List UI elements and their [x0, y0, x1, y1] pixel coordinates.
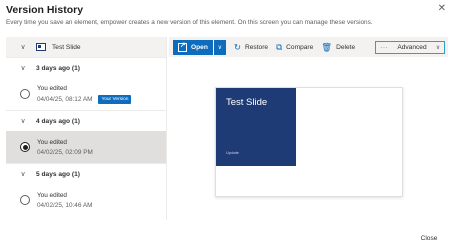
toolbar: Open ∨ ↻ Restore ⧉ Compare 🗑︎ Delete ···…: [169, 37, 448, 57]
open-external-icon: [178, 41, 187, 52]
version-author: You edited: [37, 191, 67, 199]
chevron-down-icon[interactable]: ∨: [16, 117, 30, 125]
open-label: Open: [191, 43, 208, 51]
dialog-title: Version History: [6, 4, 84, 16]
version-author: You edited: [37, 84, 67, 92]
panel-divider: [166, 37, 167, 220]
chevron-down-icon[interactable]: ∨: [16, 64, 30, 72]
version-date: 04/02/25, 10:46 AM: [37, 201, 93, 209]
group-label: 5 days ago (1): [36, 170, 80, 178]
chevron-down-icon: ∨: [435, 44, 441, 51]
restore-icon: ↻: [233, 41, 241, 52]
group-label: 3 days ago (1): [36, 64, 80, 72]
chevron-down-icon[interactable]: ∨: [16, 43, 30, 51]
version-item[interactable]: You edited 04/02/25, 02:09 PM: [6, 131, 166, 163]
version-list: ∨ Test Slide ∨ 3 days ago (1) You edited…: [6, 37, 166, 220]
trash-icon: 🗑︎: [321, 41, 333, 52]
group-header[interactable]: ∨ 5 days ago (1): [6, 163, 166, 184]
chevron-down-icon[interactable]: ∨: [16, 170, 30, 178]
slide-preview: Test Slide Update: [215, 87, 403, 197]
slide-file-icon: [36, 43, 46, 51]
version-item[interactable]: You edited 04/04/25, 08:12 AM Your Versi…: [6, 78, 166, 110]
compare-button[interactable]: ⧉ Compare: [276, 40, 313, 55]
advanced-label: Advanced: [397, 43, 427, 51]
slide-subtitle: Update: [226, 150, 239, 155]
group-header[interactable]: ∨ 3 days ago (1): [6, 57, 166, 78]
your-version-badge: Your Version: [98, 94, 132, 104]
slide-title: Test Slide: [226, 97, 268, 108]
close-icon[interactable]: ✕: [438, 3, 446, 14]
advanced-dropdown[interactable]: ··· Advanced ∨: [375, 40, 446, 54]
restore-label: Restore: [244, 43, 269, 51]
more-dots-icon: ···: [380, 43, 389, 51]
group-label: 4 days ago (1): [36, 117, 80, 125]
version-date: 04/02/25, 02:09 PM: [37, 148, 93, 156]
version-item[interactable]: You edited 04/02/25, 10:46 AM: [6, 184, 166, 216]
dialog-subtitle: Every time you save an element, empower …: [6, 19, 373, 26]
file-name: Test Slide: [52, 43, 81, 51]
version-date: 04/04/25, 08:12 AM: [37, 95, 93, 103]
version-author: You edited: [37, 138, 67, 146]
version-radio[interactable]: [20, 195, 30, 205]
open-dropdown-chevron-icon[interactable]: ∨: [212, 39, 226, 55]
file-row[interactable]: ∨ Test Slide: [6, 37, 166, 57]
delete-label: Delete: [336, 43, 356, 51]
group-header[interactable]: ∨ 4 days ago (1): [6, 110, 166, 131]
delete-button[interactable]: 🗑︎ Delete: [321, 40, 355, 55]
open-split-button: Open ∨: [173, 39, 226, 55]
compare-label: Compare: [286, 43, 314, 51]
restore-button[interactable]: ↻ Restore: [234, 40, 268, 55]
version-radio[interactable]: [20, 89, 30, 99]
close-button[interactable]: Close: [410, 231, 448, 245]
version-radio[interactable]: [20, 142, 30, 152]
preview-area: Test Slide Update: [169, 57, 448, 220]
open-button[interactable]: Open: [173, 40, 213, 55]
slide-title-panel: Test Slide Update: [216, 88, 296, 166]
compare-icon: ⧉: [276, 41, 283, 52]
